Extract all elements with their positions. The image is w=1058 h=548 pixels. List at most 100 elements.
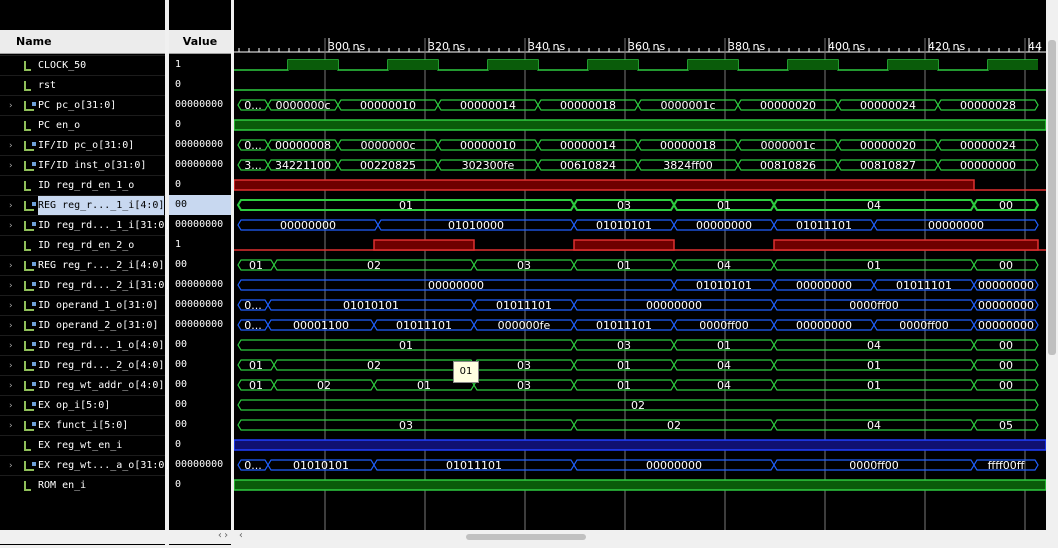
wave-hscrollbar[interactable]: ‹ (234, 530, 1058, 544)
signal-row[interactable]: › IF/ID inst_o[31:0] (0, 155, 165, 175)
signal-row[interactable]: › ID reg_rd..._1_o[4:0] (0, 335, 165, 355)
expand-chevron-icon[interactable]: › (8, 196, 16, 216)
signal-row[interactable]: › ID operand_2_o[31:0] (0, 315, 165, 335)
signal-row[interactable]: › PC pc_o[31:0] (0, 95, 165, 115)
signal-row[interactable]: ROM en_i (0, 475, 165, 495)
bus-value-label: 01 (399, 339, 413, 352)
bus-value-label: 3... (244, 159, 262, 172)
signal-value[interactable]: 00 (169, 395, 231, 415)
signal-value[interactable]: 0 (169, 75, 231, 95)
signal-row[interactable]: › REG reg_r..._2_i[4:0] (0, 255, 165, 275)
time-label: 320 ns (428, 40, 465, 53)
wave-scroll-thumb[interactable] (466, 534, 586, 540)
vertical-scroll-thumb[interactable] (1048, 40, 1056, 355)
signal-row[interactable]: ID reg_rd_en_2_o (0, 235, 165, 255)
signal-value[interactable]: 0 (169, 475, 231, 495)
signal-value[interactable]: 00 (169, 195, 231, 215)
signal-value[interactable]: 0 (169, 115, 231, 135)
bus-value-label: 00001100 (293, 319, 349, 332)
signal-row[interactable]: › ID reg_rd..._2_o[4:0] (0, 355, 165, 375)
time-label: 380 ns (728, 40, 765, 53)
signal-value[interactable]: 00000000 (169, 455, 231, 475)
bus-value-label: 00000020 (860, 139, 916, 152)
expand-chevron-icon[interactable]: › (8, 336, 16, 356)
signal-row[interactable]: PC en_o (0, 115, 165, 135)
signal-value[interactable]: 0 (169, 435, 231, 455)
signal-row[interactable]: › ID reg_rd..._2_i[31:0] (0, 275, 170, 296)
bus-value-label: 03 (517, 259, 531, 272)
bus-value-label: 00 (999, 339, 1013, 352)
signal-row[interactable]: ID reg_rd_en_1_o (0, 175, 165, 195)
signal-row[interactable]: › EX op_i[5:0] (0, 395, 165, 415)
signal-value[interactable]: 00000000 (169, 295, 231, 315)
signal-row[interactable]: CLOCK_50 (0, 55, 165, 75)
signal-value[interactable]: 00 (169, 375, 231, 395)
signal-value[interactable]: 00 (169, 255, 231, 275)
signal-name: IF/ID pc_o[31:0] (38, 140, 135, 151)
bus-value-label: 0000000c (275, 99, 330, 112)
signal-row[interactable]: › IF/ID pc_o[31:0] (0, 135, 165, 155)
expand-chevron-icon[interactable]: › (8, 156, 16, 176)
bus-value-label: 00000020 (760, 99, 816, 112)
signal-value[interactable]: 00 (169, 355, 231, 375)
signal-value[interactable]: 00000000 (169, 95, 231, 115)
bus-value-label: 34221100 (275, 159, 331, 172)
signal-row[interactable]: › EX funct_i[5:0] (0, 415, 165, 435)
name-column-header[interactable]: Name (0, 30, 165, 54)
clock-high-fill (588, 60, 638, 70)
signal-row[interactable]: › EX reg_wt..._a_o[31:0] (0, 455, 170, 476)
clock-high-fill (288, 60, 338, 70)
expand-chevron-icon[interactable]: › (8, 256, 16, 276)
signal-row[interactable]: › REG reg_r..._1_i[4:0] (0, 195, 165, 216)
signal-row[interactable]: › ID operand_1_o[31:0] (0, 295, 165, 315)
signal-value[interactable]: 00000000 (169, 275, 231, 295)
expand-chevron-icon[interactable]: › (8, 356, 16, 376)
bus-signal-icon (24, 101, 36, 111)
expand-chevron-icon[interactable]: › (8, 416, 16, 436)
bus-signal-icon (24, 261, 36, 271)
clock-high-fill (388, 60, 438, 70)
signal-value[interactable]: 0 (169, 175, 231, 195)
expand-chevron-icon[interactable]: › (8, 136, 16, 156)
name-hscrollbar[interactable] (0, 530, 165, 544)
bus-value-label: 00000000 (646, 299, 702, 312)
bus-value-label: 0000ff00 (849, 299, 899, 312)
bus-value-label: 3824ff00 (663, 159, 713, 172)
value-column-header[interactable]: Value (169, 30, 231, 54)
clock-high-fill (688, 60, 738, 70)
waveform-panel[interactable]: 300 ns 320 ns 340 ns 360 ns 380 ns 400 ns 420 … (234, 0, 1046, 530)
expand-chevron-icon[interactable]: › (8, 216, 16, 236)
expand-chevron-icon[interactable]: › (8, 96, 16, 116)
time-label: 360 ns (628, 40, 665, 53)
vertical-scrollbar[interactable] (1046, 0, 1058, 530)
expand-chevron-icon[interactable]: › (8, 396, 16, 416)
signal-value[interactable]: 00 (169, 415, 231, 435)
bus-signal-icon (24, 221, 36, 231)
signal-row[interactable]: EX reg_wt_en_i (0, 435, 165, 455)
signal-value[interactable]: 00000000 (169, 215, 231, 235)
expand-chevron-icon[interactable]: › (8, 296, 16, 316)
signal-row[interactable]: rst (0, 75, 165, 95)
signal-value[interactable]: 00000000 (169, 135, 231, 155)
bus-signal-icon (24, 161, 36, 171)
bus-value-label: 04 (867, 199, 881, 212)
time-label: 44 (1028, 40, 1042, 53)
value-hscrollbar[interactable]: ‹ › (169, 530, 231, 544)
signal-row[interactable]: › ID reg_wt_addr_o[4:0] (0, 375, 165, 395)
bus-signal-icon (24, 141, 36, 151)
signal-value[interactable]: 1 (169, 235, 231, 255)
signal-value[interactable]: 00000000 (169, 155, 231, 175)
expand-chevron-icon[interactable]: › (8, 456, 16, 476)
signal-value[interactable]: 00000000 (169, 315, 231, 335)
expand-chevron-icon[interactable]: › (8, 316, 16, 336)
signal-name: CLOCK_50 (38, 60, 87, 71)
expand-chevron-icon[interactable]: › (8, 376, 16, 396)
signal-row[interactable]: › ID reg_rd..._1_i[31:0] (0, 215, 170, 236)
signal-value[interactable]: 1 (169, 55, 231, 75)
signal-value[interactable]: 00 (169, 335, 231, 355)
bus-value-label: 00000000 (928, 219, 984, 232)
waveform-canvas[interactable]: 300 ns 320 ns 340 ns 360 ns 380 ns 400 ns 420 … (234, 0, 1046, 530)
wave-scroll-left-icon[interactable]: ‹ (238, 530, 244, 541)
scroll-right-arrow-icon[interactable]: › (223, 530, 229, 541)
expand-chevron-icon[interactable]: › (8, 276, 16, 296)
